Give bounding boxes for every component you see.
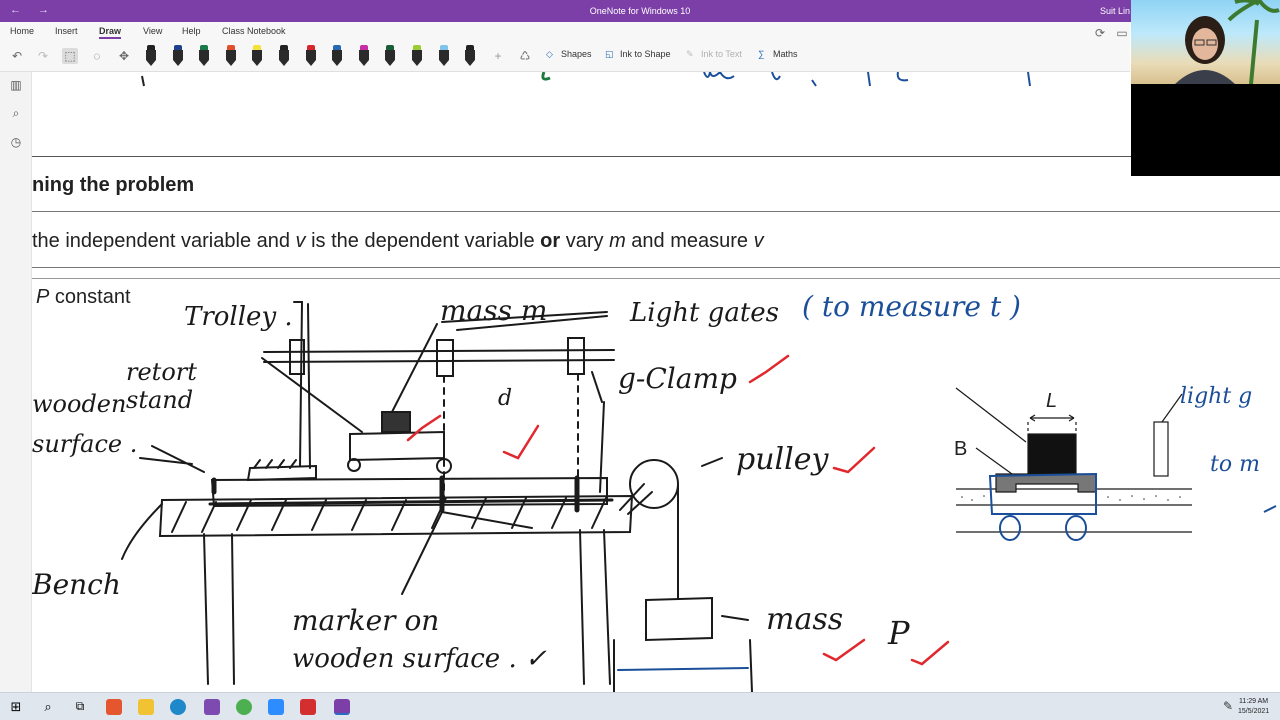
presenter-image <box>1175 0 1280 84</box>
tab-class-notebook[interactable]: Class Notebook <box>222 26 286 36</box>
pen-5-icon[interactable] <box>250 45 264 67</box>
pen-7-icon[interactable] <box>304 45 318 67</box>
task-view-icon[interactable]: ⧉ <box>72 699 88 715</box>
pen-4-icon[interactable] <box>224 45 238 67</box>
inset-label-light-gate: light g <box>1180 384 1253 409</box>
inset-label-l: L <box>1046 390 1058 412</box>
notebooks-icon[interactable]: ▥ <box>8 78 24 94</box>
windows-taskbar: ⊞ ⌕ ⧉ ✎ 11:29 AM 15/5/2021 <box>0 692 1280 720</box>
pen-9-icon[interactable] <box>357 45 371 67</box>
acrobat-icon[interactable] <box>300 699 316 715</box>
label-p: P <box>888 614 910 652</box>
label-retort-stand: retort stand <box>126 358 197 414</box>
label-g-clamp: g-Clamp <box>618 362 737 395</box>
add-space-icon[interactable]: ✥ <box>116 48 132 64</box>
label-marker-line1: marker on <box>292 604 440 637</box>
shapes-button[interactable]: ◇ Shapes <box>546 49 592 60</box>
windows-start-icon[interactable]: ⊞ <box>8 699 24 715</box>
chrome-icon[interactable] <box>236 699 252 715</box>
pen-13-icon[interactable] <box>463 45 477 67</box>
tab-home[interactable]: Home <box>10 26 34 36</box>
pen-2-icon[interactable] <box>171 45 185 67</box>
tab-view[interactable]: View <box>143 26 162 36</box>
inset-label-b: B <box>954 438 968 460</box>
label-d: d <box>498 386 513 411</box>
pen-6-icon[interactable] <box>277 45 291 67</box>
zoom-app-icon[interactable] <box>268 699 284 715</box>
label-pulley: pulley <box>736 442 829 477</box>
pen-tray-icon[interactable]: ✎ <box>1220 699 1236 715</box>
search-icon[interactable]: ⌕ <box>8 106 24 122</box>
pen-1-icon[interactable] <box>144 45 158 67</box>
webcam-feed <box>1131 0 1280 84</box>
label-light-gates: Light gates <box>630 298 780 328</box>
pen-12-icon[interactable] <box>437 45 451 67</box>
search-icon[interactable]: ⌕ <box>40 699 56 715</box>
file-explorer-icon[interactable] <box>138 699 154 715</box>
draw-toolbar: ↶ ↷ ⬚ ◌ ✥ + ♺ ◇ Shapes ◱ Ink to Shape ✎ Ink… <box>0 44 1130 70</box>
redo-icon[interactable]: ↷ <box>35 48 51 64</box>
ribbon: Home Insert Draw View Help Class Noteboo… <box>0 22 1130 72</box>
sync-icon[interactable]: ⟳ <box>1092 25 1108 41</box>
add-pen-icon[interactable]: + <box>490 48 506 64</box>
pen-11-icon[interactable] <box>410 45 424 67</box>
ink-to-shape-button[interactable]: ◱ Ink to Shape <box>605 49 671 60</box>
note-canvas[interactable]: ning the problem the independent variabl… <box>32 72 1280 692</box>
title-bar: ← → OneNote for Windows 10 Suit Lin <box>0 0 1280 22</box>
label-to-measure-t: ( to measure t ) <box>802 290 1021 323</box>
tab-help[interactable]: Help <box>182 26 201 36</box>
shapes-icon: ◇ <box>546 49 553 59</box>
ink-to-text-button[interactable]: ✎ Ink to Text <box>686 49 742 60</box>
window-title: OneNote for Windows 10 <box>589 6 691 16</box>
email-app-icon[interactable] <box>204 699 220 715</box>
label-marker-line2: wooden surface . ✓ <box>292 644 547 674</box>
user-name[interactable]: Suit Lin <box>1100 6 1130 16</box>
office-app-icon[interactable] <box>106 699 122 715</box>
pen-10-icon[interactable] <box>383 45 397 67</box>
tab-insert[interactable]: Insert <box>55 26 78 36</box>
navigation-sidebar: ▥ ⌕ ◷ <box>0 72 32 692</box>
video-call-overlay[interactable] <box>1131 0 1280 176</box>
label-mass: mass <box>766 602 844 637</box>
label-mass-m: mass m <box>440 294 548 327</box>
ink-to-text-icon: ✎ <box>686 49 694 59</box>
pen-3-icon[interactable] <box>197 45 211 67</box>
ink-to-shape-icon: ◱ <box>605 49 614 59</box>
inset-label-to-measure: to m <box>1210 452 1260 477</box>
onenote-app-icon[interactable] <box>334 699 350 715</box>
label-trolley: Trolley . <box>184 302 293 332</box>
undo-icon[interactable]: ↶ <box>9 48 25 64</box>
maths-icon: ∑ <box>758 49 765 59</box>
maths-button[interactable]: ∑ Maths <box>758 49 798 59</box>
label-wooden-surface: wooden surface . <box>32 390 138 458</box>
label-bench: Bench <box>32 568 121 601</box>
share-icon[interactable]: ▭ <box>1114 25 1130 41</box>
lasso-select-icon[interactable]: ⬚ <box>62 48 78 64</box>
eraser-icon[interactable]: ◌ <box>89 48 105 64</box>
tab-draw[interactable]: Draw <box>99 26 122 39</box>
ink-replay-icon[interactable]: ♺ <box>517 48 533 64</box>
recent-notes-icon[interactable]: ◷ <box>8 135 24 151</box>
pen-8-icon[interactable] <box>330 45 344 67</box>
system-clock[interactable]: 11:29 AM 15/5/2021 <box>1238 697 1269 717</box>
edge-browser-icon[interactable] <box>170 699 186 715</box>
